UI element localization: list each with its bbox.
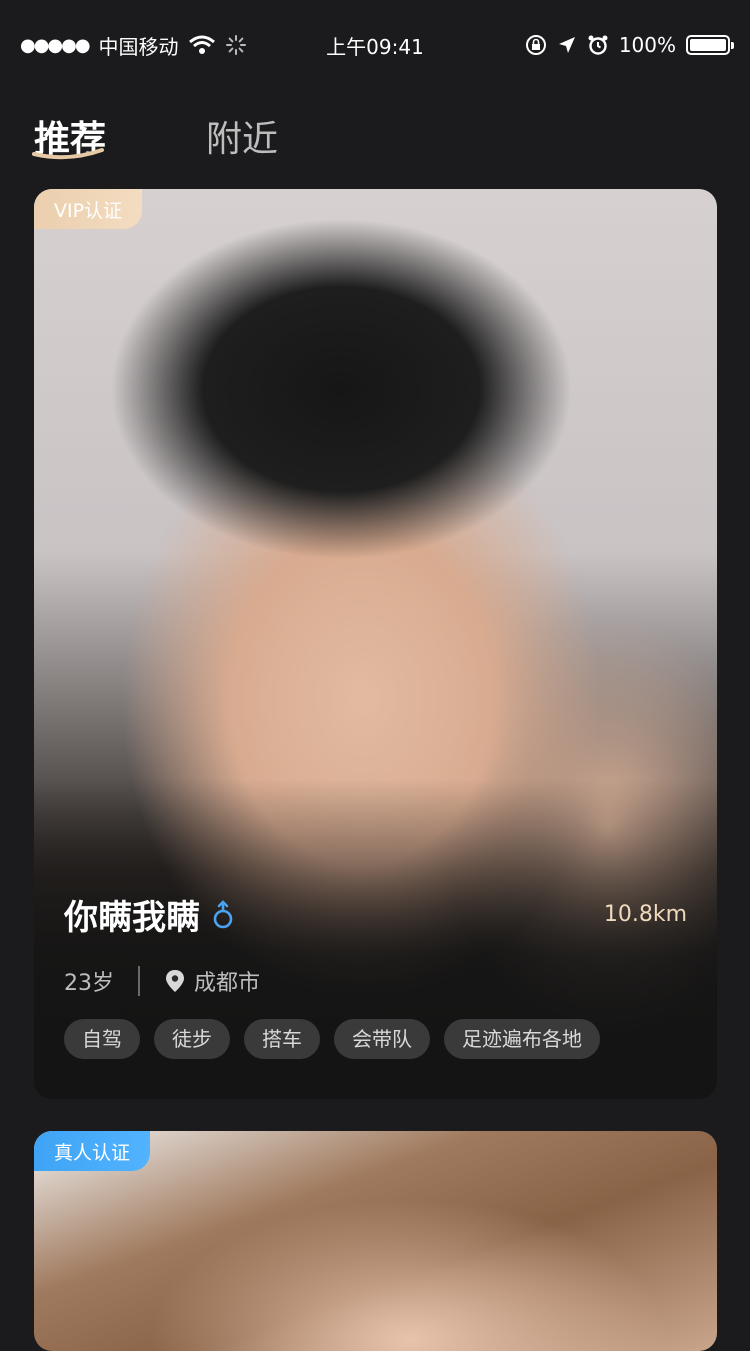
tag-chip: 徒步	[154, 1019, 230, 1059]
location-pin-icon	[166, 970, 184, 992]
tab-recommend[interactable]: 推荐	[32, 110, 106, 162]
status-time: 上午09:41	[326, 34, 424, 59]
carrier-label: 中国移动	[98, 34, 179, 59]
city-label: 成都市	[194, 971, 261, 996]
status-bar-right: 100%	[525, 33, 734, 57]
profile-card[interactable]: VIP认证 你瞒我瞒 10.8km 23岁 成都市 自驾 徒步 搭车 会带队 足…	[34, 189, 717, 1099]
age-label: 23岁	[64, 971, 114, 996]
status-bar-left: ●●●●● 中国移动	[20, 31, 247, 60]
alarm-icon	[588, 35, 608, 55]
tag-chip: 自驾	[64, 1019, 140, 1059]
profile-name: 你瞒我瞒	[64, 898, 200, 938]
interest-tags: 自驾 徒步 搭车 会带队 足迹遍布各地	[64, 1019, 687, 1059]
battery-icon	[686, 35, 734, 55]
name-wrap: 你瞒我瞒	[64, 890, 236, 939]
loading-icon	[225, 35, 246, 55]
battery-fill	[690, 39, 726, 51]
tag-chip: 搭车	[244, 1019, 320, 1059]
profile-info: 你瞒我瞒 10.8km 23岁 成都市 自驾 徒步 搭车 会带队 足迹遍布各地	[64, 890, 687, 1059]
profile-card[interactable]: 真人认证	[34, 1131, 717, 1351]
name-row: 你瞒我瞒 10.8km	[64, 890, 687, 939]
active-tab-indicator	[32, 148, 104, 160]
tag-chip: 足迹遍布各地	[444, 1019, 600, 1059]
tab-nearby-label: 附近	[206, 119, 279, 160]
status-bar: ●●●●● 中国移动 上午09:41 100%	[0, 0, 750, 90]
orientation-lock-icon	[525, 35, 546, 55]
tag-chip: 会带队	[334, 1019, 430, 1059]
location-arrow-icon	[558, 37, 575, 53]
male-icon	[213, 899, 233, 928]
top-tabs: 推荐 附近	[32, 110, 278, 162]
wifi-icon	[188, 35, 215, 54]
vip-verified-badge: VIP认证	[34, 189, 143, 229]
distance-label: 10.8km	[603, 902, 687, 927]
battery-percent: 100%	[618, 33, 676, 57]
real-person-verified-badge: 真人认证	[34, 1131, 151, 1171]
signal-dots: ●●●●●	[20, 34, 91, 56]
meta-row: 23岁 成都市	[64, 965, 687, 997]
tab-nearby[interactable]: 附近	[206, 110, 278, 162]
meta-divider	[138, 966, 140, 996]
